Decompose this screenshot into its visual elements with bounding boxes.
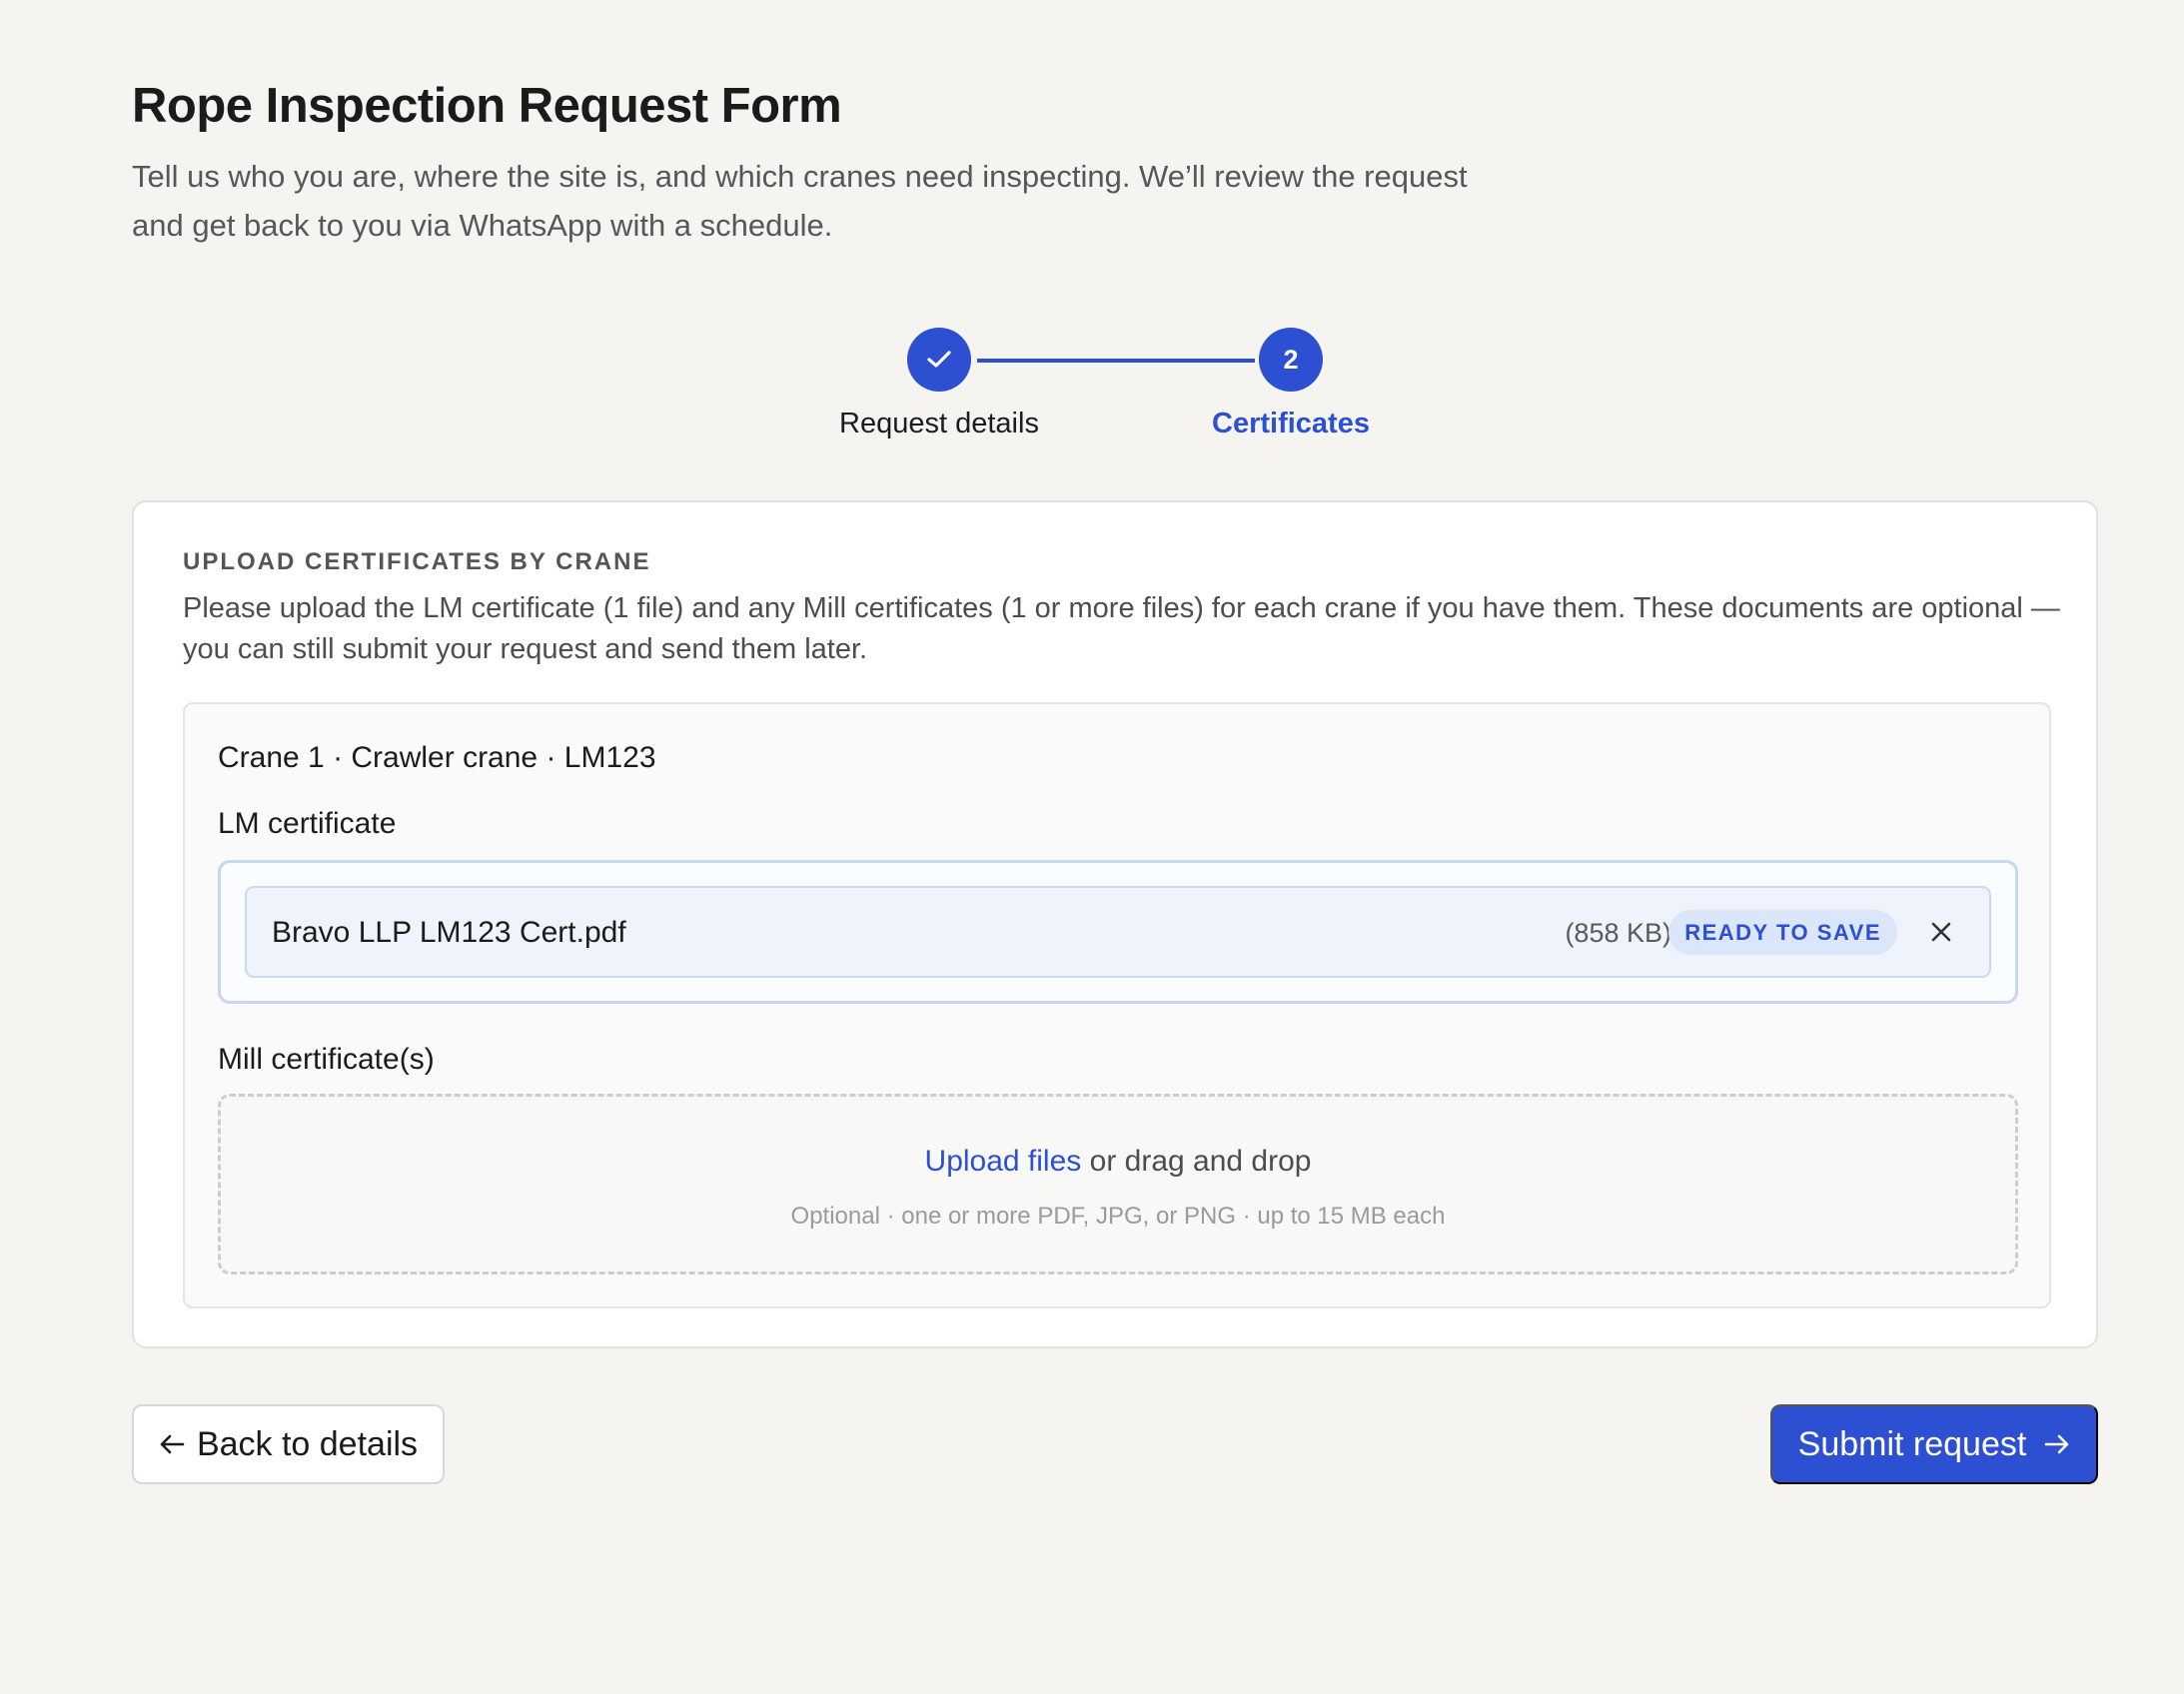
crane-certificates-panel: Crane 1 · Crawler crane · LM123 LM certi…	[183, 702, 2051, 1308]
crane-title: Crane 1 · Crawler crane · LM123	[218, 741, 656, 774]
upload-files-link[interactable]: Upload files	[925, 1145, 1082, 1178]
status-badge: READY TO SAVE	[1668, 910, 1897, 955]
section-description: Please upload the LM certificate (1 file…	[183, 592, 2060, 665]
step-label-request-details[interactable]: Request details	[779, 408, 1099, 440]
drag-drop-text: or drag and drop	[1081, 1145, 1312, 1178]
remove-file-button[interactable]	[1925, 916, 1957, 948]
back-button-label: Back to details	[196, 1424, 419, 1463]
page-intro: Tell us who you are, where the site is, …	[132, 159, 1468, 243]
section-heading: UPLOAD CERTIFICATES BY CRANE	[183, 548, 651, 575]
certificates-card: UPLOAD CERTIFICATES BY CRANE Please uplo…	[132, 500, 2098, 1348]
submit-request-button[interactable]: Submit request	[1770, 1404, 2098, 1484]
step-label-certificates: Certificates	[1212, 408, 1370, 439]
dropzone-hint: Optional · one or more PDF, JPG, or PNG …	[790, 1203, 1446, 1230]
mill-certificate-label: Mill certificate(s)	[218, 1043, 435, 1076]
back-to-details-button[interactable]: Back to details	[132, 1404, 445, 1484]
step-1-complete-indicator[interactable]	[907, 328, 971, 392]
arrow-left-icon	[159, 1433, 185, 1455]
step-2-current-indicator: 2	[1259, 328, 1323, 392]
page-title: Rope Inspection Request Form	[132, 79, 842, 133]
step-connector	[977, 359, 1255, 363]
uploaded-file-row: Bravo LLP LM123 Cert.pdf (858 KB) READY …	[245, 886, 1991, 978]
file-name: Bravo LLP LM123 Cert.pdf	[272, 916, 626, 949]
submit-button-label: Submit request	[1797, 1424, 2027, 1463]
file-size: (858 KB)	[1565, 918, 1671, 948]
arrow-right-icon	[2044, 1433, 2070, 1455]
lm-certificate-label: LM certificate	[218, 807, 397, 840]
check-icon	[927, 351, 951, 369]
close-icon	[1930, 921, 1952, 943]
mill-certificate-dropzone[interactable]: Upload files or drag and drop Optional ·…	[218, 1094, 2018, 1274]
lm-certificate-dropzone[interactable]: Bravo LLP LM123 Cert.pdf (858 KB) READY …	[218, 860, 2018, 1004]
dropzone-instructions: Upload files or drag and drop	[221, 1145, 2015, 1179]
